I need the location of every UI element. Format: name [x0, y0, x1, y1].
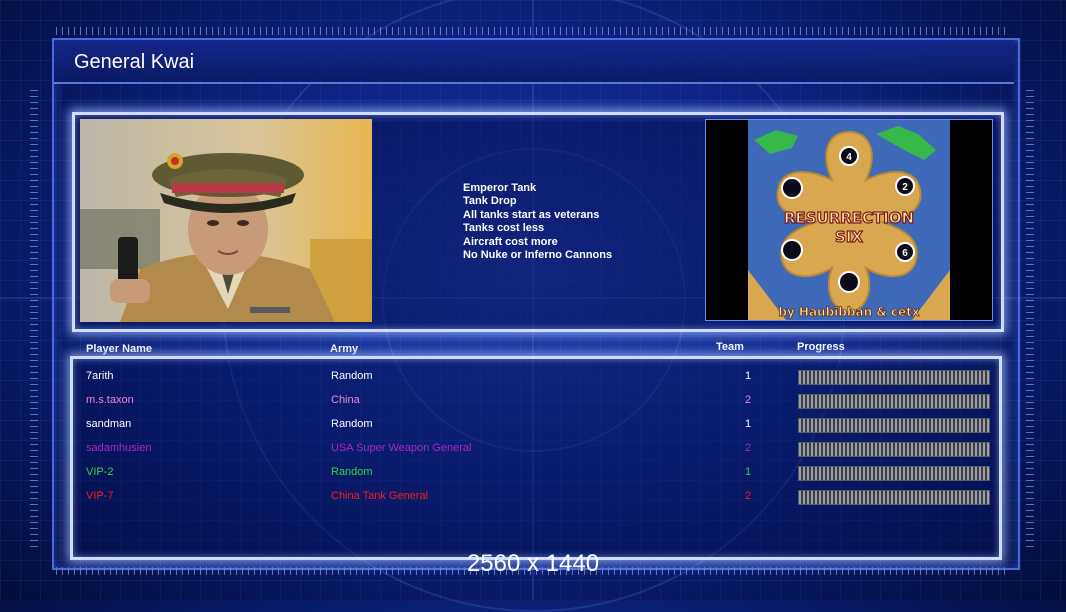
player-progress-bar [798, 490, 990, 505]
player-team: 1 [744, 370, 752, 382]
map-name-line1: RESURRECTION [784, 209, 914, 227]
player-progress-bar [798, 370, 990, 385]
header-army: Army [330, 343, 359, 355]
map-name-line2: SIX [835, 228, 863, 246]
player-row: VIP-2 Random 1 [73, 462, 999, 482]
bonus-item: No Nuke or Inferno Cannons [463, 249, 613, 262]
bonus-item: Aircraft cost more [463, 235, 558, 248]
map-preview: 4 2 6 RESURRECTION SIX by Haubibban & ce… [705, 119, 993, 321]
general-portrait [80, 119, 372, 322]
title-bar: General Kwai [54, 40, 1014, 84]
player-team: 2 [744, 490, 752, 502]
player-team: 2 [744, 394, 752, 406]
player-progress-bar [798, 418, 990, 433]
player-army: Random [331, 370, 373, 382]
player-army: China [331, 394, 360, 406]
left-ruler [30, 90, 38, 550]
player-name: sadamhusien [86, 442, 152, 454]
player-row: sandman Random 1 [73, 414, 999, 434]
bonus-item: Tanks cost less [463, 222, 545, 235]
player-row: VIP-7 China Tank General 2 [73, 486, 999, 506]
header-team: Team [716, 341, 744, 353]
map-preview-image: 4 2 6 RESURRECTION SIX by Haubibban & ce… [706, 120, 992, 320]
general-bonus-list: Emperor Tank Tank Drop All tanks start a… [463, 182, 612, 262]
player-name: VIP-2 [86, 466, 114, 478]
player-army: China Tank General [331, 490, 429, 502]
resolution-watermark: 2560 x 1440 [466, 550, 600, 577]
map-start-position: 2 [902, 182, 908, 193]
player-team: 1 [744, 418, 752, 430]
bonus-item: Emperor Tank [463, 182, 537, 194]
bonus-item: All tanks start as veterans [463, 208, 600, 221]
player-row: 7arith Random 1 [73, 366, 999, 386]
general-info-panel: Emperor Tank Tank Drop All tanks start a… [72, 112, 1004, 332]
player-army: Random [331, 466, 373, 478]
player-progress-bar [798, 466, 990, 481]
player-name: sandman [86, 418, 132, 430]
general-title: General Kwai [74, 51, 195, 73]
player-name: m.s.taxon [86, 394, 134, 406]
player-row: sadamhusien USA Super Weapon General 2 [73, 438, 999, 458]
top-ruler [56, 27, 1010, 35]
general-portrait-image [80, 119, 372, 322]
map-start-position: 4 [846, 152, 852, 163]
right-ruler [1026, 90, 1034, 550]
player-list-panel: 7arith Random 1 m.s.taxon China 2 sandma… [70, 356, 1002, 560]
player-progress-bar [798, 394, 990, 409]
player-name: 7arith [86, 370, 114, 382]
player-progress-bar [798, 442, 990, 457]
header-player-name: Player Name [86, 343, 153, 355]
header-progress: Progress [797, 341, 845, 353]
player-row: m.s.taxon China 2 [73, 390, 999, 410]
player-army: USA Super Weapon General [331, 442, 472, 454]
player-team: 2 [744, 442, 752, 454]
player-army: Random [331, 418, 373, 430]
player-name: VIP-7 [86, 490, 114, 502]
map-start-position: 6 [902, 248, 908, 259]
bonus-item: Tank Drop [463, 195, 517, 208]
player-team: 1 [744, 466, 752, 478]
map-credit: by Haubibban & cetx [778, 305, 920, 319]
